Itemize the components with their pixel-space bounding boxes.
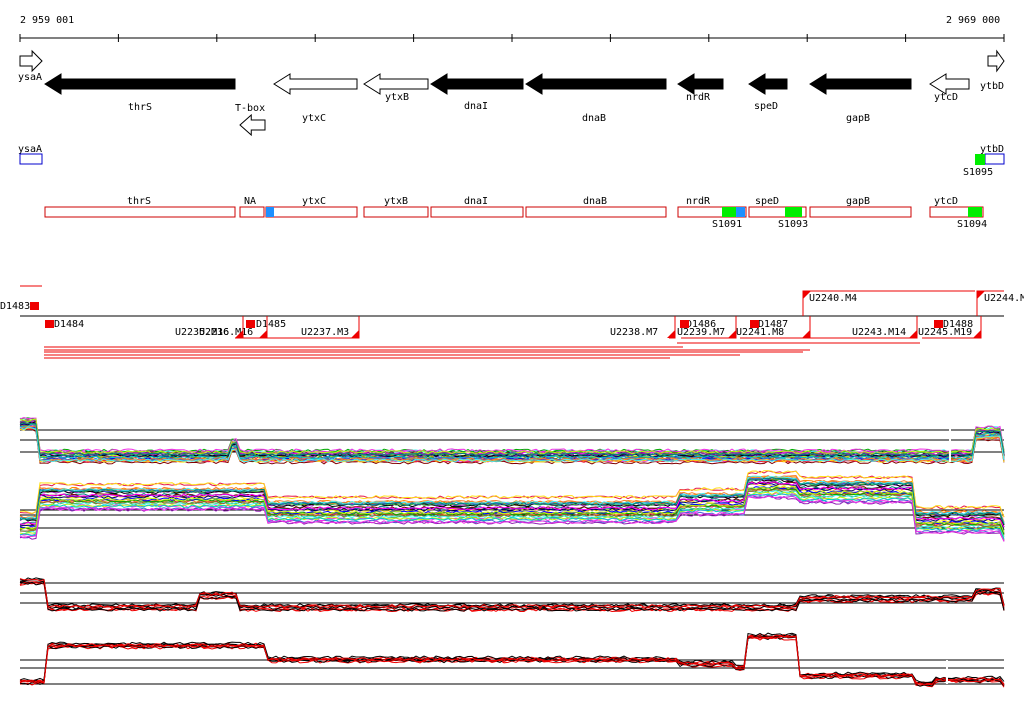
u-label-U2245: U2245.M19	[918, 327, 972, 338]
expression-trace	[19, 417, 1005, 453]
ruler-end-label: 2 969 000	[946, 15, 1000, 26]
gene-label-ytxC: ytxC	[302, 113, 326, 124]
u-corner	[259, 330, 267, 338]
expression-trace	[19, 418, 1005, 455]
d-label-D1483: D1483	[0, 301, 30, 312]
gene-label-ytxB: ytxB	[385, 92, 409, 103]
signal-box-S1094	[968, 207, 982, 217]
u-label-U2239: U2239.M7	[677, 327, 725, 338]
reverse-box-dnaB	[525, 206, 667, 218]
u-label-U2238: U2238.M7	[610, 327, 658, 338]
gene-arrow-dnaB	[525, 73, 667, 95]
gene-arrow-ytxC	[273, 73, 358, 95]
gene-label-ysaA: ysaA	[18, 72, 42, 83]
gene-label-dnaI: dnaI	[464, 101, 488, 112]
d-marker-D1487	[750, 320, 759, 328]
u-label-U2236: U2236.M16	[199, 327, 253, 338]
u-label-U2240: U2240.M4	[809, 293, 857, 304]
genome-browser-canvas: 2 959 001 2 969 000 ysaA thrS T-box ytxC…	[0, 0, 1024, 714]
forward-box-ytbD	[984, 153, 1005, 165]
forward-label-ytbD: ytbD	[980, 144, 1004, 155]
s-label-S1094: S1094	[957, 219, 987, 230]
s-label-S1093: S1093	[778, 219, 808, 230]
gene-arrow-ytxB	[363, 73, 429, 95]
u-corner	[973, 330, 981, 338]
gene-arrow-T-box	[239, 113, 266, 137]
reverse-box-gapB	[809, 206, 912, 218]
forward-label-ysaA: ysaA	[18, 144, 42, 155]
u-label-U2243: U2243.M14	[852, 327, 906, 338]
d-marker-D1483	[30, 302, 39, 310]
signal-box-S1093	[785, 207, 802, 217]
u-label-U2237: U2237.M3	[301, 327, 349, 338]
d-marker-D1485	[246, 320, 255, 328]
reverse-box-dnaI	[430, 206, 524, 218]
gene-label-T-box: T-box	[235, 103, 265, 114]
gene-arrow-nrdR	[677, 73, 724, 95]
reverse-label-thrS: thrS	[127, 196, 151, 207]
reverse-label-ytxB: ytxB	[384, 196, 408, 207]
signal-box-S1091	[722, 207, 736, 217]
reverse-label-dnaB: dnaB	[583, 196, 607, 207]
gene-arrow-speD	[748, 73, 788, 95]
expression-trace	[19, 577, 1005, 608]
u-corner	[802, 330, 810, 338]
genome-browser-svg: 2 959 001 2 969 000 ysaA thrS T-box ytxC…	[0, 15, 1024, 688]
u-label-U2244: U2244.M	[984, 293, 1024, 304]
reverse-label-ytcD: ytcD	[934, 196, 958, 207]
reverse-label-nrdR: nrdR	[686, 196, 711, 207]
d-marker-D1488	[934, 320, 943, 328]
reverse-label-NA: NA	[244, 196, 256, 207]
s-label-S1095: S1095	[963, 167, 993, 178]
u-label-U2241: U2241.M8	[736, 327, 784, 338]
gene-arrow-thrS	[44, 73, 236, 95]
coordinate-ruler: 2 959 001 2 969 000	[19, 15, 1005, 42]
d-marker-D1484	[45, 320, 54, 328]
segment-track: D1483 D1484 D1485 D1486 D1487 D1488 U223…	[0, 285, 1024, 359]
s-label-S1091: S1091	[712, 219, 742, 230]
u-corner	[728, 330, 736, 338]
reverse-box-ytxB	[363, 206, 429, 218]
forward-box-ysaA	[19, 153, 43, 165]
gene-arrow-gapB	[809, 73, 912, 95]
signal-box-ytxC-start	[266, 207, 274, 217]
expression-trace	[19, 416, 1005, 453]
ruler-start-label: 2 959 001	[20, 15, 74, 26]
u-corner	[351, 330, 359, 338]
reverse-label-ytxC: ytxC	[302, 196, 326, 207]
gene-arrow-dnaI	[430, 73, 524, 95]
signal-box-S1095	[975, 154, 985, 165]
reverse-label-speD: speD	[755, 196, 779, 207]
gene-label-gapB: gapB	[846, 113, 870, 124]
reverse-label-gapB: gapB	[846, 196, 870, 207]
d-label-D1484: D1484	[54, 319, 84, 330]
d-label-D1485: D1485	[256, 319, 286, 330]
gene-label-ytbD: ytbD	[980, 81, 1004, 92]
gene-label-thrS: thrS	[128, 102, 152, 113]
gene-label-dnaB: dnaB	[582, 113, 606, 124]
u-corner	[909, 330, 917, 338]
reverse-box-NA	[239, 206, 265, 218]
expression-trace	[19, 417, 1005, 454]
d-marker-D1486	[680, 320, 689, 328]
gene-arrow-ytbD	[987, 49, 1005, 73]
reverse-box-thrS	[44, 206, 236, 218]
gene-arrow-ysaA	[19, 49, 43, 73]
gene-arrow-ytcD	[929, 73, 970, 95]
u-corner	[667, 330, 675, 338]
reverse-box-ytxC	[265, 206, 358, 218]
gene-label-nrdR: nrdR	[686, 92, 711, 103]
gene-label-speD: speD	[754, 101, 778, 112]
annotation-track: ysaA ytbD thrS NA ytxC ytxB dnaI dnaB nr…	[18, 144, 1005, 230]
reverse-label-dnaI: dnaI	[464, 196, 488, 207]
signal-box-nrdR-end	[736, 207, 745, 217]
expression-profiles	[19, 416, 1005, 688]
gene-track: ysaA thrS T-box ytxC ytxB dnaI dnaB nrdR…	[18, 49, 1005, 137]
